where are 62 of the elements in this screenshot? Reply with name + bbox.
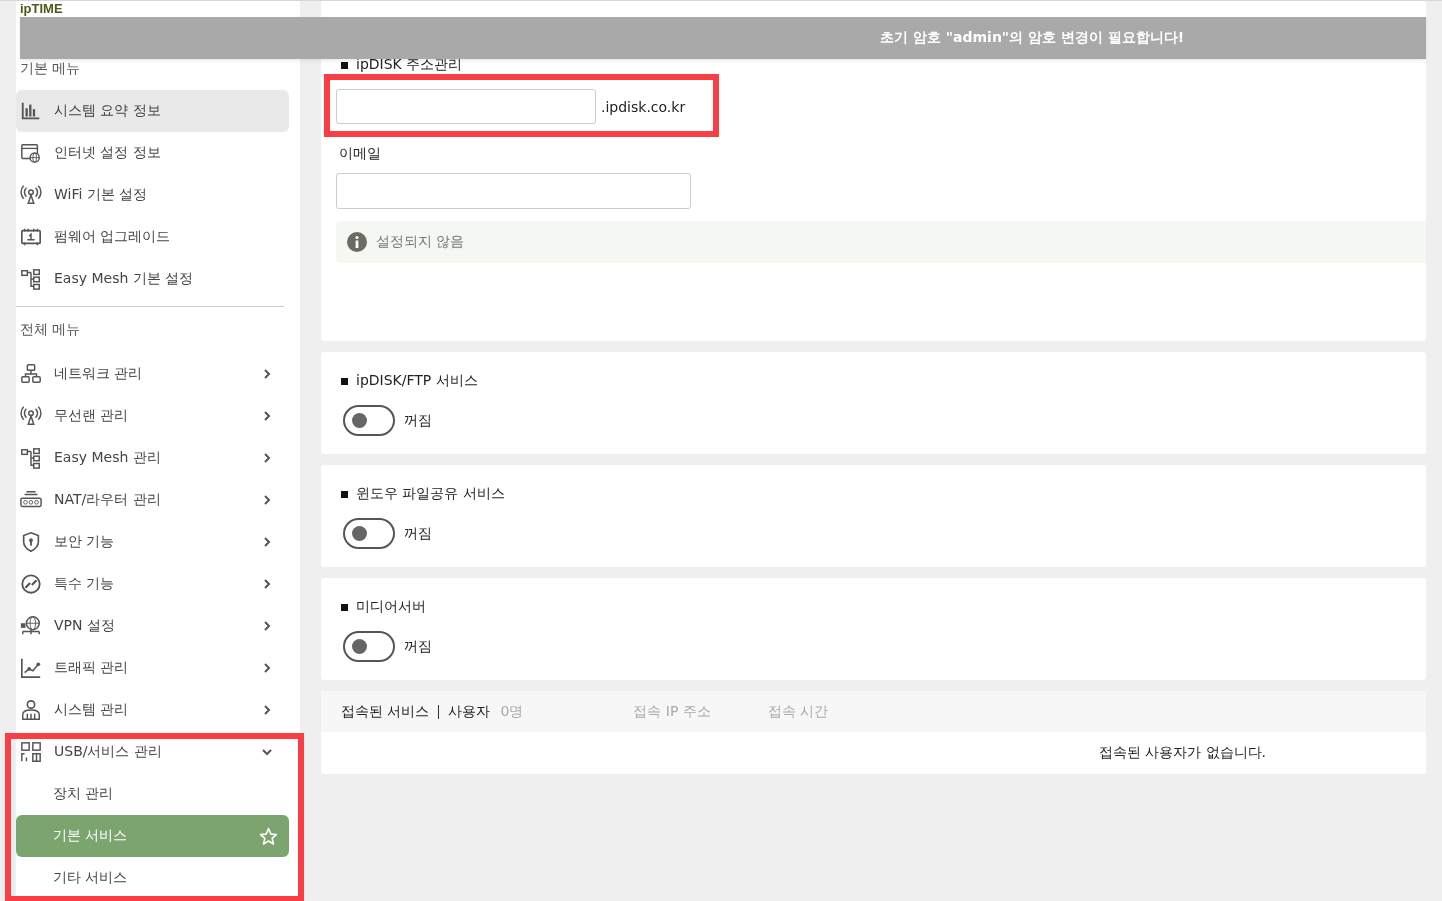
section-title: 미디어서버	[356, 598, 426, 616]
globe-window-icon	[20, 142, 42, 164]
bullet-icon	[341, 603, 348, 611]
toggle-switch[interactable]	[343, 631, 395, 662]
submenu-item[interactable]: 장치 관리	[16, 773, 289, 815]
field-label: 이메일	[339, 145, 381, 163]
menu-item[interactable]: NAT/라우터 관리	[16, 479, 289, 521]
menu-item[interactable]: 보안 기능	[16, 521, 289, 563]
info-icon	[347, 232, 367, 252]
network-icon	[20, 363, 42, 385]
menu-item[interactable]: 시스템 관리	[16, 689, 289, 731]
logo: ipTIME	[20, 1, 63, 16]
menu-item[interactable]: Easy Mesh 관리	[16, 437, 289, 479]
menu-section-title: 기본 메뉴	[20, 59, 81, 78]
toggle-label: 꺼짐	[404, 637, 432, 656]
bullet-icon	[341, 490, 348, 498]
section-title: ipDISK 주소관리	[356, 56, 463, 74]
status-text: 설정되지 않음	[376, 233, 465, 251]
input-field[interactable]	[336, 89, 596, 124]
toggle-switch[interactable]	[343, 518, 395, 549]
section-title: 윈도우 파일공유 서비스	[356, 485, 505, 503]
menu-item[interactable]: 인터넷 설정 정보	[16, 132, 289, 174]
menu-item[interactable]: 무선랜 관리	[16, 395, 289, 437]
toggle-label: 꺼짐	[404, 524, 432, 543]
column-header: 접속 IP 주소	[633, 702, 711, 721]
empty-message: 접속된 사용자가 없습니다.	[1098, 744, 1266, 762]
tree-icon	[20, 268, 42, 290]
grid-icon	[20, 741, 42, 763]
toggle-label: 꺼짐	[404, 411, 432, 430]
gauge-icon	[20, 573, 42, 595]
menu-item[interactable]: 네트워크 관리	[16, 353, 289, 395]
globe-icon	[20, 615, 42, 637]
bar-chart-icon	[20, 100, 42, 122]
menu-item[interactable]: WiFi 기본 설정	[16, 174, 289, 216]
menu-item[interactable]: 특수 기능	[16, 563, 289, 605]
menu-section-title: 전체 메뉴	[20, 321, 81, 339]
tree-icon	[20, 447, 42, 469]
menu-item[interactable]: 펌웨어 업그레이드	[16, 216, 289, 258]
person-icon	[20, 699, 42, 721]
shield-icon	[20, 531, 42, 553]
menu-item[interactable]: Easy Mesh 기본 설정	[16, 258, 289, 300]
user-count: 0명	[500, 702, 524, 721]
line-chart-icon	[20, 657, 42, 679]
email-field[interactable]	[336, 173, 691, 209]
antenna-icon	[20, 405, 42, 427]
antenna-icon	[20, 184, 42, 206]
menu-item[interactable]: VPN 설정	[16, 605, 289, 647]
menu-item[interactable]: USB/서비스 관리	[16, 731, 289, 773]
bullet-icon	[341, 377, 348, 385]
toggle-switch[interactable]	[343, 405, 395, 436]
section-title: ipDISK/FTP 서비스	[356, 372, 478, 390]
menu-item[interactable]: 시스템 요약 정보	[16, 90, 289, 132]
banner-text: 초기 암호 "admin"의 암호 변경이 필요합니다!	[880, 29, 1185, 47]
column-header: 접속 시간	[767, 702, 829, 721]
table-title: 접속된 서비스	[341, 702, 430, 721]
submenu-item[interactable]: 기타 서비스	[16, 857, 289, 899]
monitor-icon	[20, 226, 42, 248]
star-icon[interactable]	[259, 827, 278, 846]
domain-suffix: .ipdisk.co.kr	[601, 98, 686, 115]
menu-item[interactable]: 트래픽 관리	[16, 647, 289, 689]
column-header: 사용자	[448, 702, 491, 721]
bullet-icon	[341, 61, 348, 69]
